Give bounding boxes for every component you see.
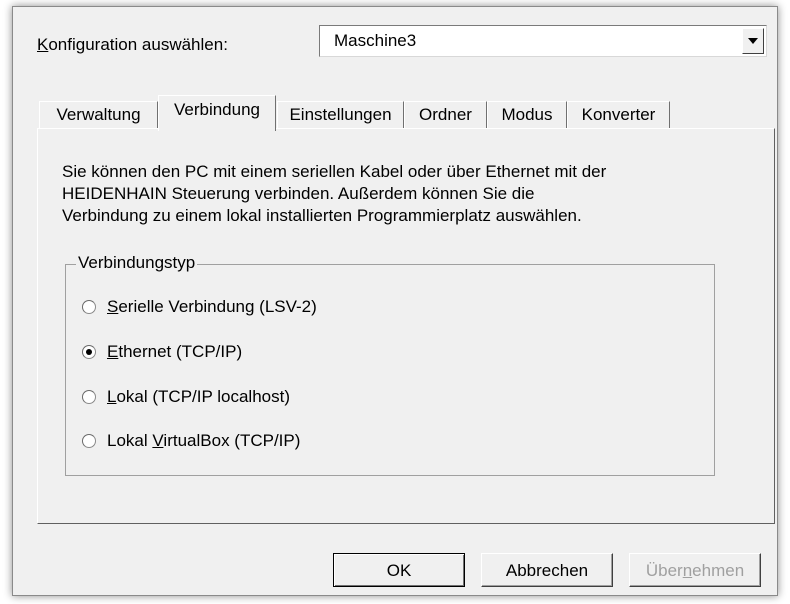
description-line: Sie können den PC mit einem seriellen Ka… [62,162,607,181]
tab-modus[interactable]: Modus [487,101,567,129]
radio-label: Lokal VirtualBox (TCP/IP) [107,431,300,451]
radio-icon[interactable] [82,390,96,404]
radio-mnemonic: V [152,431,164,450]
config-label: Konfiguration auswählen: [37,35,228,55]
radio-label-text: irtualBox (TCP/IP) [163,431,301,450]
config-select-value: Maschine3 [334,31,417,50]
radio-mnemonic: E [107,342,119,361]
tab-einstellungen[interactable]: Einstellungen [277,101,404,129]
connection-description: Sie können den PC mit einem seriellen Ka… [62,161,606,227]
radio-label: Ethernet (TCP/IP) [107,342,242,362]
config-label-text: onfiguration auswählen: [48,35,228,54]
group-title: Verbindungstyp [76,253,198,273]
radio-label: Lokal (TCP/IP localhost) [107,387,290,407]
ok-button[interactable]: OK [333,553,465,587]
config-select[interactable]: Maschine3 [319,25,767,57]
tab-panel-verbindung: Sie können den PC mit einem seriellen Ka… [37,128,775,524]
radio-icon[interactable] [82,300,96,314]
radio-label-prefix: Lokal [107,431,153,450]
apply-button[interactable]: Übernehmen [629,553,761,587]
radio-mnemonic: S [107,297,119,316]
tab-verbindung[interactable]: Verbindung [158,95,276,131]
apply-label-post: ehmen [692,561,745,580]
cancel-button[interactable]: Abbrechen [481,553,613,587]
radio-icon[interactable] [82,434,96,448]
radio-icon[interactable] [82,345,96,359]
radio-label: Serielle Verbindung (LSV-2) [107,297,317,317]
dropdown-button[interactable] [742,28,764,54]
description-line: Verbindung zu einem lokal installierten … [62,206,582,225]
radio-label-text: erielle Verbindung (LSV-2) [118,297,317,316]
chevron-down-icon [748,38,758,44]
apply-label-pre: Über [645,561,683,580]
tab-verwaltung[interactable]: Verwaltung [39,101,158,129]
tab-ordner[interactable]: Ordner [404,101,487,129]
radio-label-text: thernet (TCP/IP) [118,342,243,361]
description-line: HEIDENHAIN Steuerung verbinden. Außerdem… [62,184,535,203]
connection-type-group: Verbindungstyp Serielle Verbindung (LSV-… [65,253,715,476]
settings-dialog: Konfiguration auswählen: Maschine3 Verwa… [12,6,778,596]
tab-konverter[interactable]: Konverter [567,101,670,129]
radio-label-text: okal (TCP/IP localhost) [116,387,290,406]
config-label-mnemonic: K [37,35,49,54]
apply-label-mnemonic: n [682,561,693,580]
